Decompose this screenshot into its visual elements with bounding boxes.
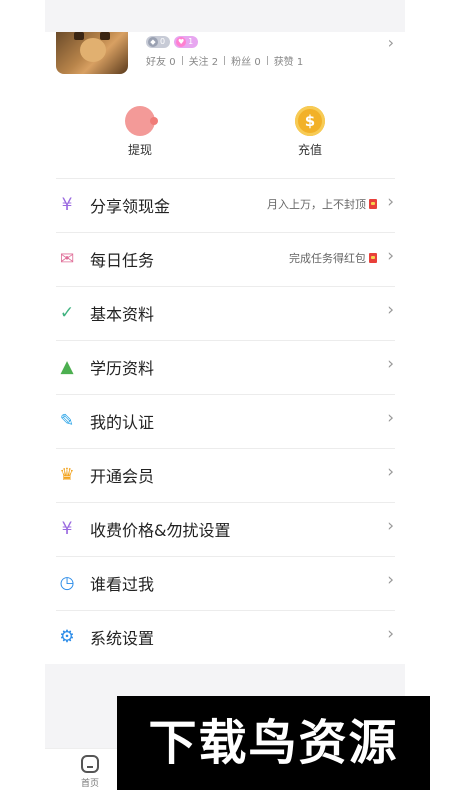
edit-document-icon: ✎ (59, 411, 75, 431)
red-packet-icon (369, 253, 377, 263)
menu-item-label: 基本资料 (90, 305, 155, 324)
chevron-right-icon: › (387, 408, 394, 428)
menu-item-verification[interactable]: ✎ 我的认证 › (45, 394, 405, 448)
watermark-banner: 下载鸟资源 (117, 696, 430, 790)
withdraw-button[interactable]: 提现 (100, 102, 180, 158)
envelope-icon: ✉ (59, 249, 75, 269)
badge-check-icon: ✓ (59, 303, 75, 323)
menu-item-label: 收费价格&勿扰设置 (90, 521, 231, 540)
piggy-bank-icon (125, 106, 158, 136)
stat-following[interactable]: 关注 2 (189, 53, 219, 68)
withdraw-label: 提现 (127, 143, 152, 157)
stat-likes[interactable]: 获赞 1 (274, 53, 304, 68)
charm-badge: ♥ 1 (174, 36, 199, 48)
menu-item-membership[interactable]: ♛ 开通会员 › (45, 448, 405, 502)
cat-face (80, 38, 106, 62)
status-area (45, 0, 405, 32)
profile-card: ◆ 0 ♥ 1 好友 0 关注 2 粉丝 0 获赞 1 › 提现 $ 充值 ¥ … (45, 32, 405, 664)
menu-item-label: 系统设置 (90, 629, 155, 648)
menu-item-label: 每日任务 (90, 251, 155, 270)
menu-item-daily-task[interactable]: ✉ 每日任务 完成任务得红包 › (45, 232, 405, 286)
profile-stats: 好友 0 关注 2 粉丝 0 获赞 1 (146, 53, 303, 68)
heart-icon: ♥ (176, 37, 187, 47)
stat-friends[interactable]: 好友 0 (146, 53, 176, 68)
menu-item-label: 谁看过我 (90, 575, 155, 594)
divider (224, 56, 226, 65)
recharge-button[interactable]: $ 充值 (270, 102, 350, 158)
chevron-right-icon: › (387, 462, 394, 482)
menu-item-label: 我的认证 (90, 413, 155, 432)
home-icon (81, 755, 99, 773)
menu-item-label: 分享领现金 (90, 197, 171, 216)
chevron-right-icon: › (387, 300, 394, 320)
chevron-right-icon: › (387, 354, 394, 374)
money-bag-icon: ¥ (61, 519, 73, 539)
profile-badges: ◆ 0 ♥ 1 (146, 36, 199, 48)
chevron-right-icon: › (387, 246, 394, 266)
chevron-right-icon: › (387, 192, 394, 212)
red-packet-icon (369, 199, 377, 209)
menu-item-settings[interactable]: ⚙ 系统设置 › (45, 610, 405, 664)
menu-item-label: 学历资料 (90, 359, 155, 378)
chevron-right-icon: › (387, 624, 394, 644)
tab-home[interactable]: 首页 (54, 755, 126, 789)
recharge-label: 充值 (297, 143, 322, 157)
coin-icon: $ (295, 106, 325, 136)
graduation-cap-icon: ▲ (60, 357, 74, 377)
gear-icon: ⚙ (59, 627, 75, 647)
menu-item-basic-info[interactable]: ✓ 基本资料 › (45, 286, 405, 340)
tab-home-label: 首页 (80, 779, 99, 789)
clock-user-icon: ◷ (59, 573, 75, 593)
cat-ear-left (74, 32, 84, 40)
cat-ear-right (100, 32, 110, 40)
menu-item-label: 开通会员 (90, 467, 155, 486)
stat-fans[interactable]: 粉丝 0 (231, 53, 261, 68)
menu-item-share-cash[interactable]: ¥ 分享领现金 月入上万，上不封顶 › (45, 178, 405, 232)
diamond-icon: ◆ (148, 37, 158, 47)
chevron-right-icon[interactable]: › (388, 33, 394, 52)
money-bag-icon: ¥ (61, 195, 73, 215)
chevron-right-icon: › (387, 516, 394, 536)
avatar[interactable] (56, 32, 128, 74)
wallet-actions: 提现 $ 充值 (45, 102, 405, 162)
menu-item-who-viewed-me[interactable]: ◷ 谁看过我 › (45, 556, 405, 610)
divider (181, 56, 183, 65)
chevron-right-icon: › (387, 570, 394, 590)
divider (266, 56, 268, 65)
crown-icon: ♛ (59, 465, 75, 485)
menu-item-education[interactable]: ▲ 学历资料 › (45, 340, 405, 394)
menu-item-note: 完成任务得红包 (289, 250, 377, 266)
menu-item-pricing-dnd[interactable]: ¥ 收费价格&勿扰设置 › (45, 502, 405, 556)
level-badge: ◆ 0 (146, 36, 171, 48)
menu-item-note: 月入上万，上不封顶 (267, 196, 377, 212)
phone-screen: ◆ 0 ♥ 1 好友 0 关注 2 粉丝 0 获赞 1 › 提现 $ 充值 ¥ … (45, 0, 405, 801)
